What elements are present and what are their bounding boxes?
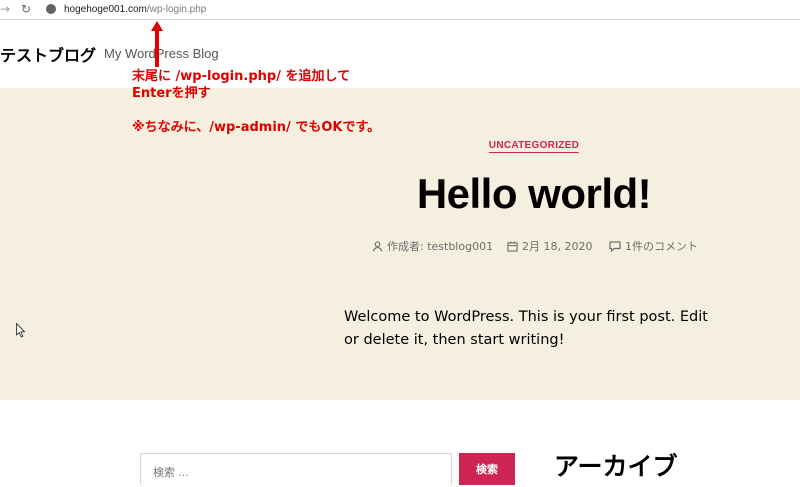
- calendar-icon: [507, 241, 518, 252]
- post-title: Hello world!: [416, 170, 652, 217]
- archive-heading: アーカイブ: [554, 452, 678, 481]
- site-info-icon[interactable]: [46, 4, 56, 14]
- post-author-label: 作成者: testblog001: [387, 240, 494, 253]
- comment-icon: [609, 241, 621, 252]
- annotation-line-3: ※ちなみに、/wp-admin/ でもOKです。: [132, 120, 381, 135]
- reload-icon[interactable]: ↻: [21, 1, 31, 17]
- browser-address-bar: → ↻ hogehoge001.com/wp-login.php: [0, 0, 800, 20]
- annotation-line-1: 末尾に /wp-login.php/ を追加して: [132, 69, 351, 84]
- site-title[interactable]: テストブログ: [0, 42, 96, 66]
- category-link[interactable]: UNCATEGORIZED: [488, 140, 580, 153]
- url-host: hogehoge001.com: [64, 4, 147, 15]
- post-author[interactable]: 作成者: testblog001: [372, 240, 493, 254]
- search-input[interactable]: 検索 …: [140, 453, 452, 485]
- mouse-cursor-icon: [16, 323, 26, 338]
- post-comments[interactable]: 1件のコメント: [609, 240, 698, 254]
- back-arrow-icon[interactable]: →: [0, 1, 10, 17]
- post-date[interactable]: 2月 18, 2020: [507, 240, 592, 254]
- red-arrow-icon: [151, 21, 163, 67]
- url-path: /wp-login.php: [146, 4, 207, 15]
- url-field[interactable]: hogehoge001.com/wp-login.php: [64, 3, 206, 16]
- post-comments-label: 1件のコメント: [625, 240, 698, 253]
- post-date-label: 2月 18, 2020: [522, 240, 593, 253]
- annotation-line-2: Enterを押す: [132, 86, 211, 101]
- search-button[interactable]: 検索: [459, 453, 515, 485]
- person-icon: [372, 241, 383, 252]
- annotation-note: 末尾に /wp-login.php/ を追加して Enterを押す ※ちなみに、…: [132, 68, 380, 136]
- post-content: Welcome to WordPress. This is your first…: [344, 309, 708, 348]
